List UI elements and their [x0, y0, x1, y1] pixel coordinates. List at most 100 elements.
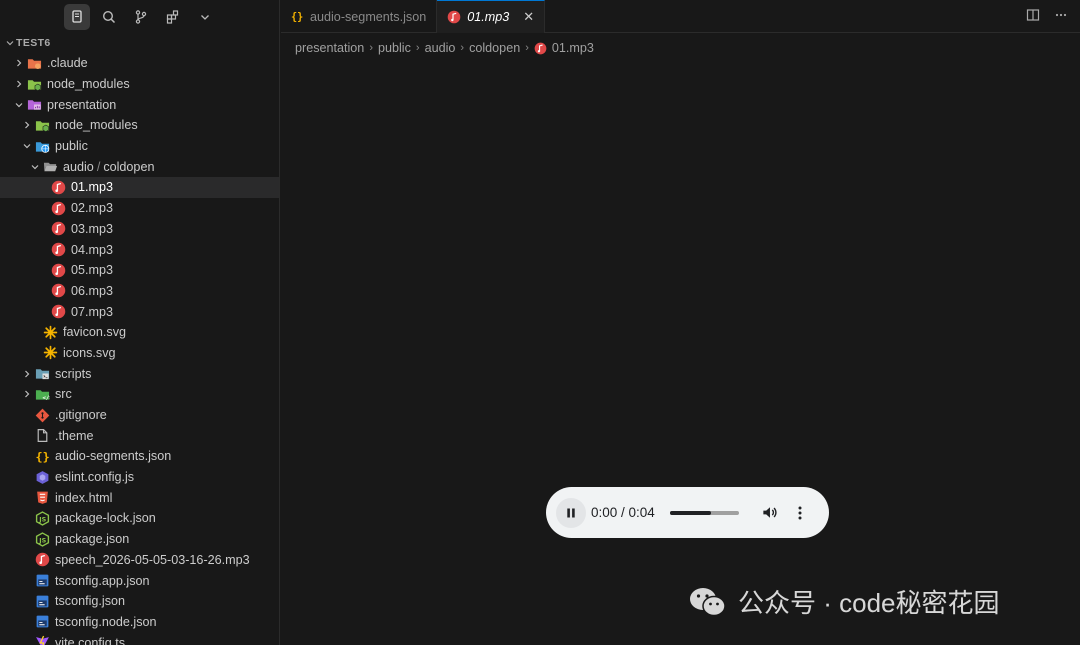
tree-item-label: 07.mp3 — [71, 304, 114, 319]
more-actions-icon[interactable] — [1054, 8, 1068, 25]
tree-item[interactable]: 03.mp3 — [0, 219, 279, 240]
more-views-button[interactable] — [192, 4, 218, 30]
search-icon — [102, 10, 116, 23]
tree-item[interactable]: tsconfig.node.json — [0, 612, 279, 633]
tree-item[interactable]: speech_2026-05-05-03-16-26.mp3 — [0, 550, 279, 571]
tab-label: 01.mp3 — [467, 10, 510, 24]
chevron-right-icon — [12, 56, 26, 70]
split-editor-icon[interactable] — [1026, 8, 1040, 25]
tree-item[interactable]: 01.mp3 — [0, 177, 279, 198]
tree-item-label: 05.mp3 — [71, 263, 114, 278]
audio-file-icon — [50, 262, 66, 278]
close-icon[interactable]: ✕ — [523, 9, 534, 25]
tree-item[interactable]: JS package.json — [0, 529, 279, 550]
explorer-button[interactable] — [64, 3, 90, 30]
chevron-down-icon — [4, 38, 16, 48]
tree-item-label: favicon.svg — [63, 325, 126, 340]
watermark-text: 公众号 · code秘密花园 — [738, 588, 1000, 618]
breadcrumb-item[interactable]: audio — [425, 41, 456, 55]
folder-src-icon: </> — [34, 386, 50, 402]
tree-item[interactable]: public — [0, 136, 279, 157]
tree-item[interactable]: icons.svg — [0, 343, 279, 364]
tree-item[interactable]: presentation — [0, 94, 279, 115]
tree-item[interactable]: .gitignore — [0, 405, 279, 426]
tree-item[interactable]: audio / coldopen — [0, 156, 279, 177]
tree-item[interactable]: 06.mp3 — [0, 281, 279, 302]
folder-public-icon — [34, 138, 50, 154]
time-display: 0:00 / 0:04 — [591, 505, 655, 520]
search-button[interactable] — [96, 4, 122, 30]
tree-item-label: vite.config.ts — [55, 635, 125, 645]
breadcrumb-item[interactable]: coldopen — [469, 41, 520, 55]
tree-item[interactable]: 04.mp3 — [0, 239, 279, 260]
editor-tabs: {} audio-segments.json 01.mp3 ✕ — [281, 0, 1080, 33]
tree-item[interactable]: eslint.config.js — [0, 467, 279, 488]
chevron-right-icon — [20, 367, 34, 381]
tree-item-label: tsconfig.node.json — [55, 614, 157, 629]
chevron-right-icon: › — [369, 42, 373, 54]
tree-item[interactable]: 07.mp3 — [0, 301, 279, 322]
breadcrumb: presentation › public › audio › coldopen… — [295, 38, 594, 58]
tree-item-label: .theme — [55, 428, 94, 443]
tree-item[interactable]: node_modules — [0, 74, 279, 95]
tree-item[interactable]: {} audio-segments.json — [0, 446, 279, 467]
tab-audio-segments[interactable]: {} audio-segments.json — [281, 0, 438, 33]
volume-icon[interactable] — [761, 504, 778, 521]
svg-text:JS: JS — [38, 536, 46, 544]
chevron-right-icon: › — [525, 42, 529, 54]
tree-item[interactable]: 05.mp3 — [0, 260, 279, 281]
svg-file-icon — [42, 324, 58, 340]
tree-item[interactable]: tsconfig.app.json — [0, 570, 279, 591]
source-control-button[interactable] — [128, 4, 154, 30]
tree-item[interactable]: tsconfig.json — [0, 591, 279, 612]
tree-item[interactable]: scripts — [0, 363, 279, 384]
chevron-right-icon: › — [460, 42, 465, 54]
audio-file-icon — [50, 304, 66, 320]
folder-claude-icon — [26, 55, 42, 71]
extensions-button[interactable] — [160, 4, 186, 30]
chevron-right-icon — [20, 387, 34, 401]
explorer-section-header[interactable]: TEST6 — [0, 33, 279, 53]
watermark: 公众号 · code秘密花园 — [688, 583, 1000, 620]
tree-item[interactable]: .theme — [0, 425, 279, 446]
chevron-right-icon — [12, 77, 26, 91]
tree-item[interactable]: favicon.svg — [0, 322, 279, 343]
more-options-icon[interactable] — [792, 505, 808, 521]
pause-button[interactable] — [556, 497, 586, 528]
tree-item[interactable]: JS package-lock.json — [0, 508, 279, 529]
audio-file-icon — [50, 242, 66, 258]
breadcrumb-item[interactable]: presentation — [295, 41, 364, 55]
tree-item[interactable]: .claude — [0, 53, 279, 74]
folder-node-icon — [26, 76, 42, 92]
sidebar-toolbar — [0, 0, 279, 33]
extensions-icon — [166, 9, 179, 24]
tree-item-label: src — [55, 387, 72, 402]
tree-item[interactable]: </> src — [0, 384, 279, 405]
tree-item-label: speech_2026-05-05-03-16-26.mp3 — [55, 552, 250, 567]
json-icon: {} — [34, 448, 50, 464]
tab-01-mp3[interactable]: 01.mp3 ✕ — [437, 0, 546, 33]
tree-item[interactable]: vite.config.ts — [0, 632, 279, 645]
progress-slider[interactable] — [669, 510, 739, 515]
breadcrumb-item[interactable]: 01.mp3 — [552, 41, 594, 55]
tree-item[interactable]: 02.mp3 — [0, 198, 279, 219]
breadcrumb-item[interactable]: public — [378, 41, 411, 55]
folder-presentation-icon — [26, 97, 42, 113]
tree-item[interactable]: index.html — [0, 487, 279, 508]
tree-item-label: eslint.config.js — [55, 470, 135, 485]
nodejs-icon: JS — [34, 510, 50, 526]
tree-item-label: public — [55, 139, 88, 154]
tree-item[interactable]: node_modules — [0, 115, 279, 136]
svg-text:</>: </> — [42, 396, 50, 402]
tree-item-label: .gitignore — [55, 408, 107, 423]
tsconfig-icon — [34, 614, 50, 630]
path-separator: / — [96, 159, 101, 174]
audio-file-icon — [50, 221, 66, 237]
